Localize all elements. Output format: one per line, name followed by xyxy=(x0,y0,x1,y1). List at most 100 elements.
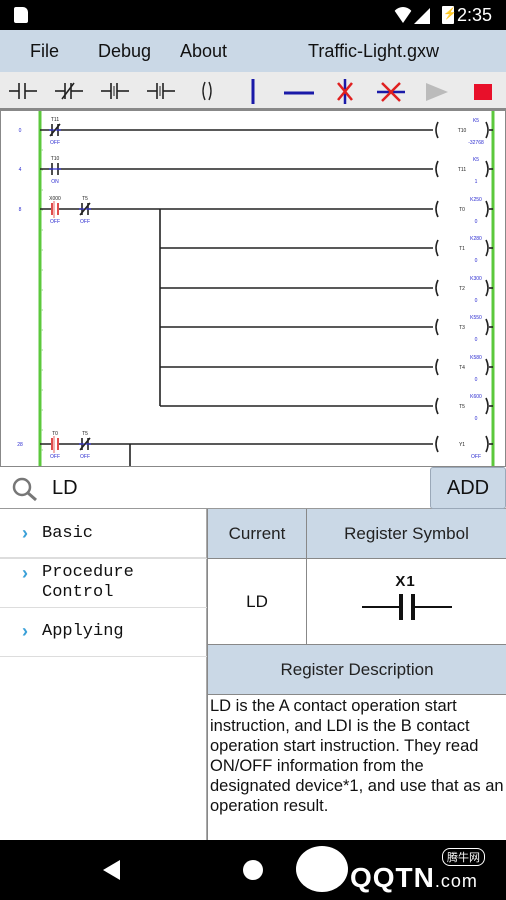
coil-setting-label: K5 xyxy=(473,118,479,124)
search-icon xyxy=(12,477,37,502)
category-basic[interactable]: › Basic xyxy=(0,509,206,558)
vertical-line-icon xyxy=(251,79,255,104)
chevron-right-icon: › xyxy=(22,563,28,583)
coil-device-label: T10 xyxy=(458,128,467,134)
contact-a-button[interactable] xyxy=(6,76,40,106)
coil-value-label: 0 xyxy=(475,219,478,225)
falling-edge-button[interactable] xyxy=(144,76,178,106)
coil-setting-label: K580 xyxy=(470,355,482,361)
wifi-icon xyxy=(392,7,414,23)
add-button[interactable]: ADD xyxy=(430,467,506,509)
delete-vertical-icon xyxy=(337,79,353,104)
menu-bar: File Debug About Traffic-Light.gxw xyxy=(0,30,506,72)
category-label: Procedure Control xyxy=(42,563,134,602)
ladder-canvas[interactable]: 0T11OFFT10K5-327684T10ONT11K518X000OFFT5… xyxy=(0,110,506,467)
coil-setting-label: K280 xyxy=(470,236,482,242)
register-description-header: Register Description xyxy=(207,645,506,695)
run-button[interactable] xyxy=(420,76,454,106)
coil-value-label: -32768 xyxy=(468,140,484,146)
coil-right-bracket xyxy=(485,121,489,139)
divider xyxy=(0,558,207,559)
instruction-detail-panel: Current Register Symbol LD X1 Register D… xyxy=(207,509,506,840)
coil-right-bracket xyxy=(485,160,489,178)
register-symbol: X1 xyxy=(307,559,506,645)
rising-edge-button[interactable] xyxy=(98,76,132,106)
clock: 2:35 xyxy=(456,5,492,25)
coil-right-bracket xyxy=(485,318,489,336)
coil-device-label: T4 xyxy=(459,365,465,371)
contact-b-button[interactable] xyxy=(52,76,86,106)
home-button[interactable] xyxy=(243,860,263,880)
file-title: Traffic-Light.gxw xyxy=(308,41,440,61)
contact-no-icon xyxy=(9,83,37,99)
horizontal-line-button[interactable] xyxy=(282,76,316,106)
coil-right-bracket xyxy=(485,200,489,218)
contact-device-label: T5 xyxy=(82,196,88,202)
coil-right-bracket xyxy=(485,435,489,453)
coil-setting-label: K250 xyxy=(470,197,482,203)
watermark-suffix: .com xyxy=(434,871,478,891)
menu-about[interactable]: About xyxy=(180,41,227,62)
coil-value-label: 1 xyxy=(475,179,478,185)
coil-value-label: 0 xyxy=(475,258,478,264)
step-number: 28 xyxy=(17,442,23,448)
contact-state-label: OFF xyxy=(80,219,90,225)
menu-debug[interactable]: Debug xyxy=(98,41,151,62)
coil-right-bracket xyxy=(485,279,489,297)
coil-device-label: T2 xyxy=(459,286,465,292)
category-label: Basic xyxy=(42,524,94,543)
delete-horizontal-line-button[interactable] xyxy=(374,76,408,106)
divider xyxy=(0,656,207,657)
coil-left-bracket xyxy=(435,279,439,297)
coil-icon xyxy=(202,81,212,101)
step-number: 8 xyxy=(19,207,22,213)
coil-left-bracket xyxy=(435,200,439,218)
sd-card-icon xyxy=(14,7,28,23)
coil-left-bracket xyxy=(435,397,439,415)
coil-value-label: 0 xyxy=(475,416,478,422)
contact-device-label: T0 xyxy=(52,431,58,437)
back-button[interactable] xyxy=(103,860,120,880)
category-label: Applying xyxy=(42,622,124,641)
ladder-diagram[interactable]: 0 T11 OFF T10 K5 -32768 4 T10 ON T11 K5 1 8 X000 OFF T5… xyxy=(0,110,506,467)
coil-left-bracket xyxy=(435,358,439,376)
coil-button[interactable] xyxy=(190,76,224,106)
coil-left-bracket xyxy=(435,121,439,139)
coil-device-label: T11 xyxy=(458,167,466,173)
contact-device-label: T5 xyxy=(82,431,88,437)
coil-right-bracket xyxy=(485,397,489,415)
toolbar xyxy=(0,72,506,110)
contact-state-label: OFF xyxy=(50,219,60,225)
coil-left-bracket xyxy=(435,239,439,257)
coil-device-label: Y1 xyxy=(459,442,465,448)
contact-nc-icon xyxy=(55,82,83,100)
watermark-logo-icon xyxy=(296,846,348,892)
coil-value-label: 0 xyxy=(475,298,478,304)
contact-rising-icon xyxy=(101,83,129,99)
vertical-line-button[interactable] xyxy=(236,76,270,106)
battery-charging-icon xyxy=(442,6,457,24)
watermark-cn: 腾牛网 xyxy=(442,848,485,866)
instruction-search-input[interactable] xyxy=(52,473,422,503)
category-applying[interactable]: › Applying xyxy=(0,608,206,657)
menu-file[interactable]: File xyxy=(30,41,59,62)
contact-device-label: T10 xyxy=(51,156,60,162)
coil-right-bracket xyxy=(485,358,489,376)
coil-device-label: T1 xyxy=(459,246,465,252)
signal-icon xyxy=(414,8,430,24)
stop-icon xyxy=(474,84,492,100)
current-instruction: LD xyxy=(207,559,307,645)
category-procedure-control[interactable]: › Procedure Control xyxy=(0,558,150,608)
delete-vertical-line-button[interactable] xyxy=(328,76,362,106)
coil-setting-label: K5 xyxy=(473,157,479,163)
coil-device-label: T3 xyxy=(459,325,465,331)
watermark-brand: QQTN xyxy=(350,862,435,893)
coil-device-label: T0 xyxy=(459,207,465,213)
coil-left-bracket xyxy=(435,160,439,178)
contact-state-label: OFF xyxy=(80,454,90,460)
current-header: Current xyxy=(207,509,307,559)
coil-device-label: T5 xyxy=(459,404,465,410)
contact-state-label: OFF xyxy=(50,140,60,146)
status-bar: 2:35 xyxy=(0,0,506,30)
stop-button[interactable] xyxy=(466,76,500,106)
